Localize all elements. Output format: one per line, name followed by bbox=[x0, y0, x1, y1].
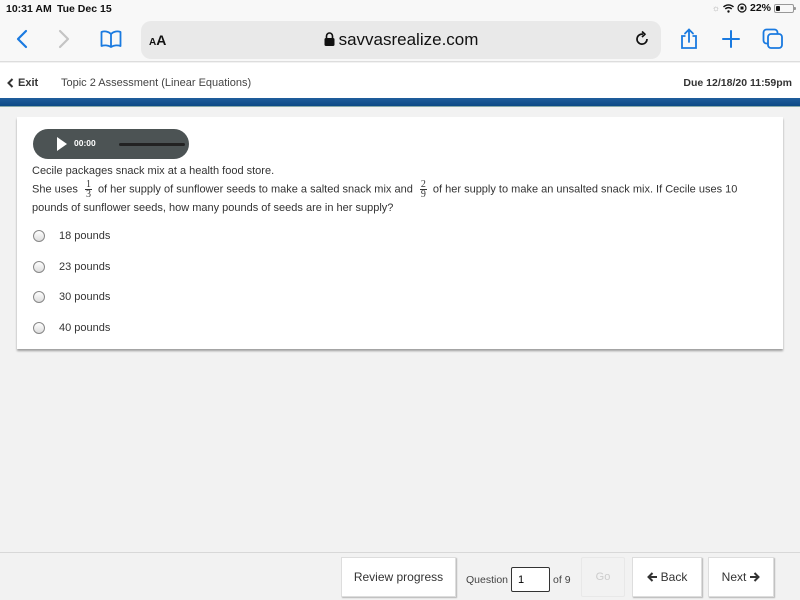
header-divider bbox=[0, 98, 800, 107]
radio-button[interactable] bbox=[33, 291, 45, 304]
lock-icon bbox=[324, 32, 335, 46]
question-line-2: She uses 1 3 of her supply of sunflower se… bbox=[32, 180, 772, 217]
answer-label: 40 pounds bbox=[59, 321, 111, 334]
chevron-left-icon bbox=[7, 78, 14, 88]
exit-button[interactable]: Exit bbox=[7, 77, 38, 89]
review-progress-button[interactable]: Review progress bbox=[341, 557, 456, 597]
url-text: savvasrealize.com bbox=[338, 30, 479, 49]
answer-option[interactable]: 18 pounds bbox=[33, 221, 110, 252]
fraction-denominator: 9 bbox=[420, 189, 426, 200]
fraction-one-third: 13 bbox=[84, 180, 92, 200]
tabs-icon[interactable] bbox=[760, 26, 786, 52]
reload-icon[interactable] bbox=[633, 30, 651, 48]
forward-icon[interactable] bbox=[51, 26, 77, 52]
exit-label: Exit bbox=[18, 77, 39, 89]
answer-label: 30 pounds bbox=[59, 291, 111, 304]
question-navigator: Question of 9 bbox=[466, 567, 571, 592]
answer-options: 18 pounds 23 pounds 30 pounds 40 pounds bbox=[33, 221, 110, 343]
back-label: Back bbox=[660, 570, 688, 584]
brightness-icon: ☼ bbox=[711, 3, 720, 13]
battery-percent: 22% bbox=[749, 2, 771, 14]
assessment-footer: Review progress Question of 9 Go Back Ne… bbox=[0, 552, 800, 600]
question-number-input[interactable] bbox=[511, 567, 551, 592]
radio-button[interactable] bbox=[33, 260, 45, 273]
status-right: ☼ 22% bbox=[711, 2, 796, 14]
wifi-icon bbox=[722, 3, 734, 13]
assessment-title: Topic 2 Assessment (Linear Equations) bbox=[61, 77, 252, 89]
back-button[interactable]: Back bbox=[632, 557, 702, 597]
due-date: Due 12/18/20 11:59pm bbox=[683, 77, 792, 89]
assessment-header: Exit Topic 2 Assessment (Linear Equation… bbox=[0, 63, 800, 98]
question-label: Question bbox=[466, 573, 509, 586]
bookmarks-icon[interactable] bbox=[98, 26, 124, 52]
battery-icon bbox=[774, 3, 796, 13]
url-display[interactable]: savvasrealize.com bbox=[141, 30, 661, 50]
question-card: 00:00 Cecile packages snack mix at a hea… bbox=[17, 117, 783, 349]
orientation-lock-icon bbox=[737, 3, 747, 13]
new-tab-icon[interactable] bbox=[718, 26, 744, 52]
status-date: Tue Dec 15 bbox=[57, 3, 112, 15]
play-icon[interactable] bbox=[57, 137, 67, 151]
question-total: of 9 bbox=[553, 573, 571, 586]
audio-progress-track[interactable] bbox=[119, 143, 185, 146]
address-bar[interactable]: AA savvasrealize.com bbox=[141, 21, 661, 59]
answer-option[interactable]: 30 pounds bbox=[33, 282, 110, 313]
share-icon[interactable] bbox=[676, 26, 702, 52]
question-text: Cecile packages snack mix at a health fo… bbox=[32, 162, 772, 217]
next-button[interactable]: Next bbox=[708, 557, 774, 597]
question-part-1: She uses bbox=[32, 183, 78, 196]
answer-option[interactable]: 40 pounds bbox=[33, 313, 110, 344]
arrow-right-icon bbox=[750, 572, 761, 582]
answer-label: 18 pounds bbox=[59, 230, 111, 243]
go-button[interactable]: Go bbox=[581, 557, 625, 597]
browser-toolbar: AA savvasrealize.com bbox=[0, 18, 800, 62]
fraction-two-ninths: 29 bbox=[419, 180, 427, 200]
fraction-denominator: 3 bbox=[85, 189, 91, 200]
radio-button[interactable] bbox=[33, 321, 45, 334]
answer-option[interactable]: 23 pounds bbox=[33, 252, 110, 283]
radio-button[interactable] bbox=[33, 230, 45, 243]
audio-time: 00:00 bbox=[74, 138, 96, 148]
question-part-2: of her supply of sunflower seeds to make… bbox=[97, 183, 413, 196]
status-bar: 10:31 AM Tue Dec 15 ☼ 22% bbox=[0, 0, 800, 18]
battery-fill bbox=[776, 5, 780, 11]
question-line-1: Cecile packages snack mix at a health fo… bbox=[32, 165, 275, 177]
next-label: Next bbox=[721, 570, 747, 584]
back-icon[interactable] bbox=[9, 26, 35, 52]
arrow-left-icon bbox=[646, 572, 657, 582]
audio-player: 00:00 bbox=[33, 129, 189, 159]
status-time: 10:31 AM bbox=[6, 3, 52, 15]
answer-label: 23 pounds bbox=[59, 260, 111, 273]
